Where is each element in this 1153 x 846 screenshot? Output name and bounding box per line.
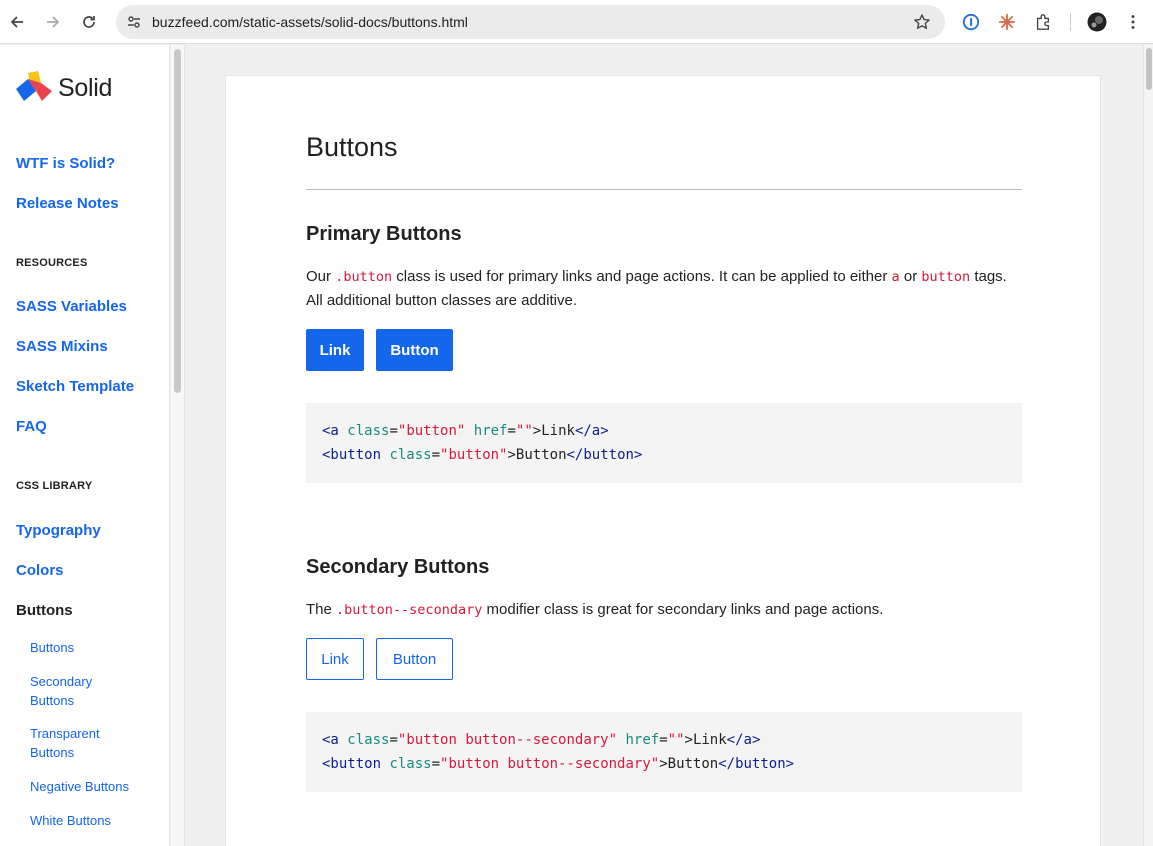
- sidebar-item-colors[interactable]: Colors: [16, 562, 64, 579]
- extension-burst-icon[interactable]: [997, 12, 1017, 32]
- extensions-puzzle-icon[interactable]: [1033, 12, 1053, 32]
- sidebar-item-release-notes[interactable]: Release Notes: [16, 195, 119, 212]
- primary-link-button[interactable]: Link: [306, 329, 364, 371]
- profile-avatar-icon[interactable]: [1087, 12, 1107, 32]
- sidebar-subitem-secondary-buttons[interactable]: Secondary Buttons: [30, 672, 120, 710]
- reload-icon[interactable]: [75, 8, 103, 36]
- primary-desc-code-a: a: [891, 269, 900, 285]
- url-text[interactable]: buzzfeed.com/static-assets/solid-docs/bu…: [152, 14, 468, 30]
- secondary-description: The .button--secondary modifier class is…: [306, 598, 1022, 622]
- secondary-desc-text-1: The: [306, 601, 332, 618]
- solid-logo[interactable]: Solid: [16, 71, 112, 105]
- primary-button-button[interactable]: Button: [376, 329, 453, 371]
- address-bar[interactable]: buzzfeed.com/static-assets/solid-docs/bu…: [116, 5, 945, 39]
- sidebar-heading-css-library: CSS LIBRARY: [16, 480, 93, 492]
- primary-desc-text-1: Our: [306, 268, 332, 285]
- site-settings-icon[interactable]: [126, 14, 142, 30]
- docs-card: Buttons Primary Buttons Our .button clas…: [225, 75, 1101, 846]
- primary-code-line-2: <button class="button">Button</button>: [322, 447, 643, 463]
- sidebar-subitem-buttons[interactable]: Buttons: [30, 638, 150, 657]
- primary-description: Our .button class is used for primary li…: [306, 265, 1022, 313]
- sidebar-item-typography[interactable]: Typography: [16, 522, 101, 539]
- solid-logo-icon: [16, 71, 52, 101]
- page-scroll-thumb[interactable]: [1146, 48, 1152, 90]
- bookmark-star-icon[interactable]: [913, 13, 931, 31]
- sidebar-item-wtf-is-solid[interactable]: WTF is Solid?: [16, 155, 115, 172]
- secondary-code-line-2: <button class="button button--secondary"…: [322, 756, 795, 772]
- browser-menu-icon[interactable]: [1123, 12, 1143, 32]
- forward-icon[interactable]: [39, 8, 67, 36]
- secondary-code-line-1: <a class="button button--secondary" href…: [322, 732, 761, 748]
- sidebar-item-sass-variables[interactable]: SASS Variables: [16, 298, 127, 315]
- password-manager-icon[interactable]: [961, 12, 981, 32]
- secondary-button-button[interactable]: Button: [376, 638, 453, 680]
- secondary-link-button[interactable]: Link: [306, 638, 364, 680]
- secondary-desc-code-modifier: .button--secondary: [336, 602, 483, 618]
- browser-toolbar: buzzfeed.com/static-assets/solid-docs/bu…: [0, 0, 1153, 44]
- sidebar-item-faq[interactable]: FAQ: [16, 418, 47, 435]
- page-title: Buttons: [306, 132, 398, 162]
- sidebar-subitem-white-buttons[interactable]: White Buttons: [30, 811, 150, 830]
- sidebar-item-sketch-template[interactable]: Sketch Template: [16, 378, 134, 395]
- primary-buttons-heading: Primary Buttons: [306, 223, 462, 245]
- docs-sidebar: Solid WTF is Solid? Release Notes RESOUR…: [0, 45, 170, 846]
- primary-code-line-1: <a class="button" href="">Link</a>: [322, 423, 609, 439]
- sidebar-item-sass-mixins[interactable]: SASS Mixins: [16, 338, 108, 355]
- primary-desc-text-2: class is used for primary links and page…: [396, 268, 888, 285]
- primary-desc-code-button-class: .button: [335, 269, 393, 285]
- back-icon[interactable]: [3, 8, 31, 36]
- secondary-code-block: <a class="button button--secondary" href…: [306, 712, 1022, 792]
- sidebar-heading-resources: RESOURCES: [16, 257, 88, 269]
- secondary-buttons-heading: Secondary Buttons: [306, 556, 490, 578]
- sidebar-subitem-transparent-buttons[interactable]: Transparent Buttons: [30, 724, 120, 762]
- logo-text: Solid: [58, 73, 113, 102]
- title-divider: [306, 189, 1022, 190]
- primary-code-block: <a class="button" href="">Link</a> <butt…: [306, 403, 1022, 483]
- primary-desc-text-3: or: [903, 268, 918, 285]
- sidebar-scrollbar[interactable]: [171, 45, 185, 846]
- page-scrollbar[interactable]: [1143, 45, 1153, 846]
- toolbar-divider: [1070, 13, 1071, 31]
- sidebar-subitem-negative-buttons[interactable]: Negative Buttons: [30, 777, 150, 796]
- main-content: Buttons Primary Buttons Our .button clas…: [185, 45, 1143, 846]
- primary-desc-code-button-tag: button: [921, 269, 971, 285]
- secondary-desc-text-2: modifier class is great for secondary li…: [486, 601, 884, 618]
- sidebar-scroll-thumb[interactable]: [174, 49, 181, 393]
- sidebar-item-buttons-active[interactable]: Buttons: [16, 602, 73, 619]
